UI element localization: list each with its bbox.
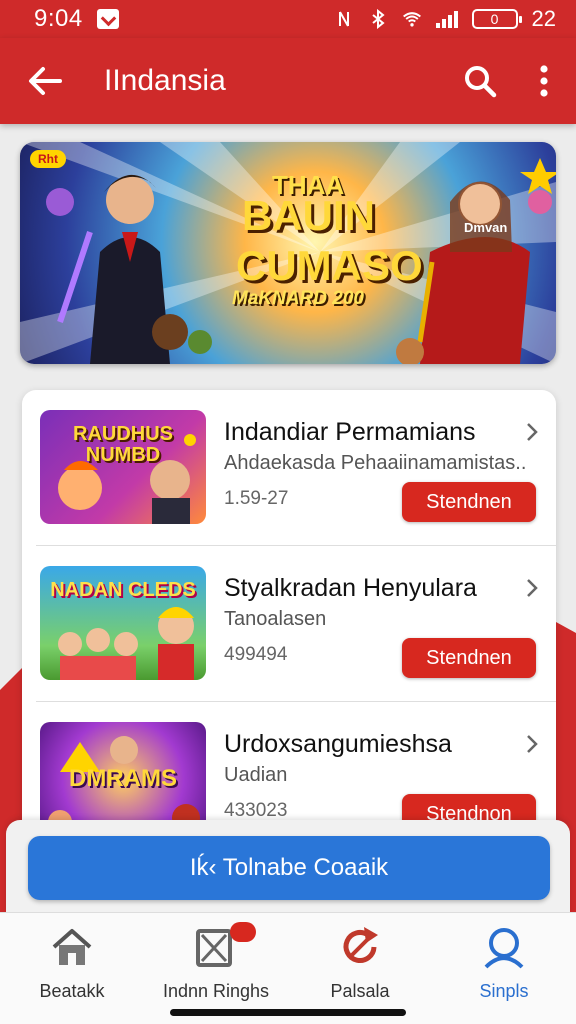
battery-level: 0	[490, 11, 499, 27]
thumbnail-title: RAUDHUS NUMBD	[73, 423, 173, 466]
banner-logo: Rht	[30, 150, 66, 168]
wifi-icon	[402, 12, 421, 27]
status-time: 9:04	[34, 5, 83, 32]
chevron-right-icon	[527, 579, 538, 597]
more-options-button[interactable]	[512, 38, 576, 124]
home-indicator[interactable]	[170, 1009, 406, 1016]
nav-label: Palsala	[330, 981, 390, 1001]
bluetooth-icon	[371, 9, 385, 29]
back-button[interactable]	[0, 38, 90, 124]
signal-icon	[435, 10, 458, 28]
banner-subheadline: MaKNARD 200	[232, 288, 364, 309]
nav-item-inbox[interactable]: Indnn Ringhs	[144, 913, 288, 1013]
search-button[interactable]	[448, 38, 512, 124]
item-subtitle: Tanoalasen	[224, 608, 327, 630]
list-item[interactable]: RAUDHUS NUMBD Indandiar Permamians Ahdae…	[22, 390, 556, 546]
item-count: 433023	[224, 800, 288, 821]
profile-icon	[484, 928, 524, 969]
item-title: Styalkradan Henyulara	[224, 574, 477, 602]
nav-item-refresh[interactable]: Palsala	[288, 913, 432, 1013]
chevron-right-icon	[527, 423, 538, 441]
nav-item-home[interactable]: Beatakk	[0, 913, 144, 1013]
game-thumbnail: NADAN CLEDS	[40, 566, 206, 680]
primary-action-button[interactable]: Iḱ‹ Tolnabe Coaaik	[28, 836, 550, 900]
promo-banner[interactable]: Rht THAA BAUIN CUMASO MaKNARD 200 Dmvan	[20, 142, 556, 364]
home-icon	[52, 929, 92, 965]
page-title: IIndansia	[104, 64, 226, 97]
status-bar: 9:04 0 22	[0, 0, 576, 38]
item-subtitle: Ahdaekasda Pehaaiinamamistas..	[224, 452, 526, 474]
more-vert-icon	[540, 65, 548, 97]
item-title: Urdoxsangumieshsa	[224, 730, 452, 758]
banner-headline-3: CUMASO	[236, 242, 423, 289]
notification-badge	[230, 922, 256, 942]
nav-label: Indnn Ringhs	[162, 981, 270, 1001]
item-count: 499494	[224, 644, 288, 665]
item-action-button[interactable]: Stendnen	[402, 638, 536, 678]
item-count: 1.59-27	[224, 488, 289, 509]
game-thumbnail: DMRAMS	[40, 722, 206, 836]
item-subtitle: Uadian	[224, 764, 288, 786]
list-item[interactable]: NADAN CLEDS Styalkradan Henyulara Tanoal…	[22, 546, 556, 702]
nfc-icon	[338, 11, 349, 27]
thumbnail-title: DMRAMS	[69, 765, 177, 792]
nav-label: Sinpls	[479, 981, 529, 1001]
arrow-left-icon	[29, 67, 62, 95]
download-notification-icon	[96, 9, 119, 29]
game-list-card: RAUDHUS NUMBD Indandiar Permamians Ahdae…	[22, 390, 556, 850]
game-thumbnail: RAUDHUS NUMBD	[40, 410, 206, 524]
bottom-navigation: Beatakk Indnn Ringhs Palsala Sinpls	[0, 912, 576, 1024]
search-icon	[465, 66, 497, 98]
nav-item-profile[interactable]: Sinpls	[432, 913, 576, 1013]
nav-label: Beatakk	[39, 981, 105, 1001]
app-bar: IIndansia	[0, 38, 576, 124]
chevron-right-icon	[527, 735, 538, 753]
item-title: Indandiar Permamians	[224, 418, 476, 446]
battery-percent: 22	[531, 6, 556, 31]
battery-icon: 0	[471, 9, 522, 29]
item-action-button[interactable]: Stendnen	[402, 482, 536, 522]
thumbnail-title: NADAN CLEDS	[50, 579, 196, 601]
banner-headline-2: BAUIN	[242, 192, 375, 239]
refresh-icon	[343, 927, 378, 963]
banner-character-label: Dmvan	[464, 220, 508, 235]
